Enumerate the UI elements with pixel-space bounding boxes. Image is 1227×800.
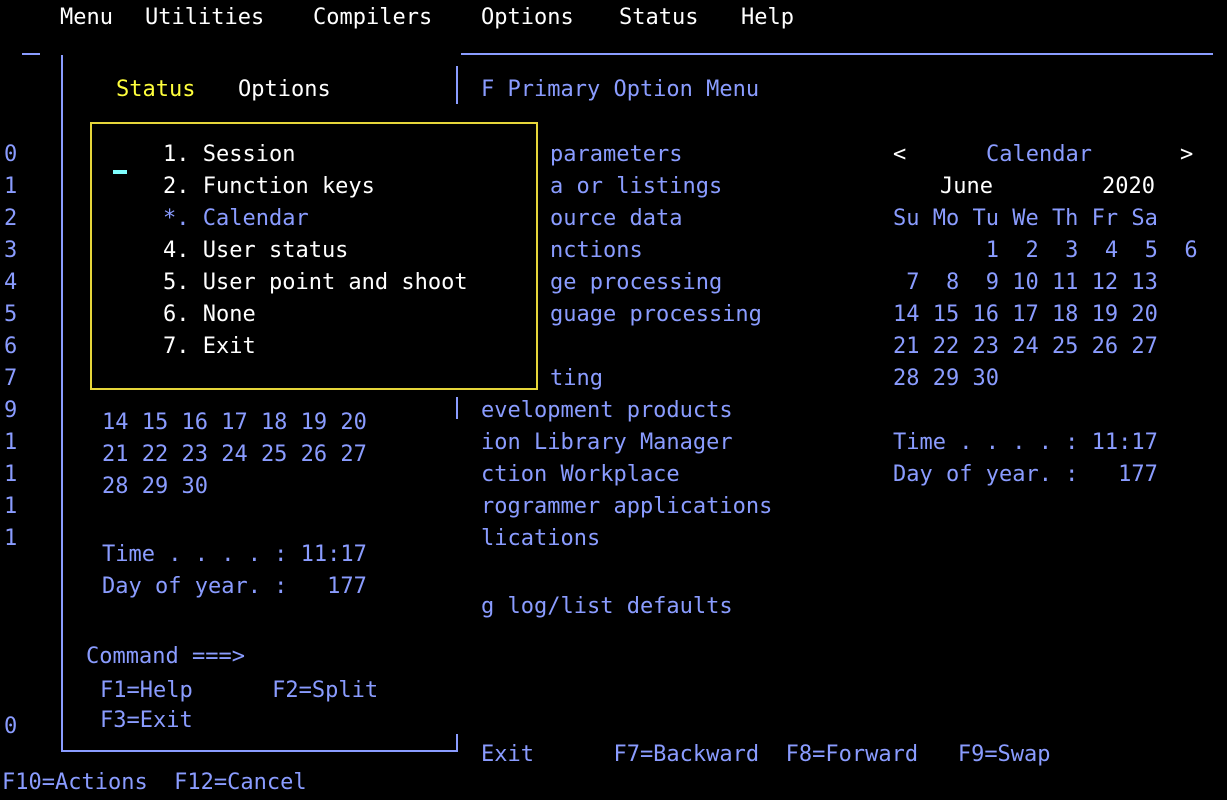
option-text[interactable]: nctions xyxy=(550,236,643,266)
tab-status[interactable]: Status xyxy=(116,75,195,105)
option-text[interactable]: ource data xyxy=(550,204,682,234)
time-readout: Time . . . . : 11:17 xyxy=(102,542,367,567)
margin-digit: 9 xyxy=(4,398,18,423)
option-text[interactable]: a or listings xyxy=(550,172,722,202)
command-label: Command ===> xyxy=(86,644,245,669)
function-keys-line[interactable]: F1=Help F2=Split xyxy=(100,676,378,706)
option-text[interactable]: rogrammer applications xyxy=(481,492,772,522)
option-text[interactable]: parameters xyxy=(550,140,682,170)
margin-digit: 4 xyxy=(4,270,18,295)
calendar-month: June xyxy=(940,174,993,199)
time-readout: Time . . . . : 11:17 xyxy=(893,430,1158,455)
margin-digit: 1 xyxy=(4,462,18,487)
function-key-footer[interactable]: Exit F7=Backward F8=Forward F9=Swap xyxy=(481,740,1051,770)
window-border-right xyxy=(456,397,458,419)
menu-option-exit[interactable]: 7. Exit xyxy=(163,332,256,362)
calendar-title: Calendar xyxy=(986,142,1092,167)
separator-line xyxy=(461,53,1213,55)
day-of-year-readout: Day of year. : 177 xyxy=(893,462,1158,487)
margin-digit: 1 xyxy=(4,494,18,519)
calendar-week-row: 14 15 16 17 18 19 20 xyxy=(893,302,1158,327)
margin-digit: 7 xyxy=(4,366,18,391)
option-text[interactable]: evelopment products xyxy=(481,396,733,426)
calendar-week-row: 1 2 3 4 5 6 xyxy=(893,238,1198,263)
day-of-year-readout: Day of year. : 177 xyxy=(102,574,367,599)
margin-digit: 0 xyxy=(4,142,18,167)
tab-options[interactable]: Options xyxy=(238,75,331,105)
text-cursor xyxy=(113,170,127,174)
menu-option-function-keys[interactable]: 2. Function keys xyxy=(163,172,375,202)
separator-line xyxy=(22,53,40,55)
window-border-right xyxy=(456,734,458,751)
calendar-week-row: 28 29 30 xyxy=(893,366,999,391)
panel-title: F Primary Option Menu xyxy=(481,77,760,102)
calendar-week-row: 21 22 23 24 25 26 27 xyxy=(102,442,367,467)
menu-item-status[interactable]: Status xyxy=(619,3,698,33)
option-text[interactable]: guage processing xyxy=(550,300,762,330)
calendar-weekday-header: Su Mo Tu We Th Fr Sa xyxy=(893,206,1158,231)
calendar-week-row: 7 8 9 10 11 12 13 xyxy=(893,270,1158,295)
window-border-right xyxy=(456,66,458,104)
margin-digit: 5 xyxy=(4,302,18,327)
menu-item-utilities[interactable]: Utilities xyxy=(145,3,264,33)
option-text[interactable]: g log/list defaults xyxy=(481,592,733,622)
menu-option-calendar[interactable]: *. Calendar xyxy=(163,204,309,234)
margin-digit: 1 xyxy=(4,430,18,455)
menu-item-menu[interactable]: Menu xyxy=(60,3,113,33)
option-text[interactable]: ge processing xyxy=(550,268,722,298)
option-text[interactable]: lications xyxy=(481,524,600,554)
calendar-week-row: 14 15 16 17 18 19 20 xyxy=(102,410,367,435)
menu-item-options[interactable]: Options xyxy=(481,3,574,33)
margin-digit: 0 xyxy=(4,714,18,739)
menu-item-help[interactable]: Help xyxy=(741,3,794,33)
margin-digit: 2 xyxy=(4,206,18,231)
calendar-prev-button[interactable]: < xyxy=(893,140,906,170)
menu-option-user-point-and-shoot[interactable]: 5. User point and shoot xyxy=(163,268,468,298)
margin-digit: 6 xyxy=(4,334,18,359)
calendar-week-row: 28 29 30 xyxy=(102,474,208,499)
bottom-function-keys[interactable]: F10=Actions F12=Cancel xyxy=(2,768,307,798)
option-text[interactable]: ting xyxy=(550,364,603,394)
window-border-bottom xyxy=(61,750,458,752)
menu-option-user-status[interactable]: 4. User status xyxy=(163,236,348,266)
function-keys-line[interactable]: F3=Exit xyxy=(100,706,193,736)
margin-digit: 1 xyxy=(4,174,18,199)
calendar-next-button[interactable]: > xyxy=(1180,140,1193,170)
menu-option-none[interactable]: 6. None xyxy=(163,300,256,330)
menu-item-compilers[interactable]: Compilers xyxy=(313,3,432,33)
calendar-week-row: 21 22 23 24 25 26 27 xyxy=(893,334,1158,359)
menu-option-session[interactable]: 1. Session xyxy=(163,140,295,170)
option-text[interactable]: ion Library Manager xyxy=(481,428,733,458)
margin-digit: 3 xyxy=(4,238,18,263)
calendar-year: 2020 xyxy=(1102,174,1155,199)
margin-digit: 1 xyxy=(4,526,18,551)
option-text[interactable]: ction Workplace xyxy=(481,460,680,490)
window-border-left xyxy=(61,55,63,751)
